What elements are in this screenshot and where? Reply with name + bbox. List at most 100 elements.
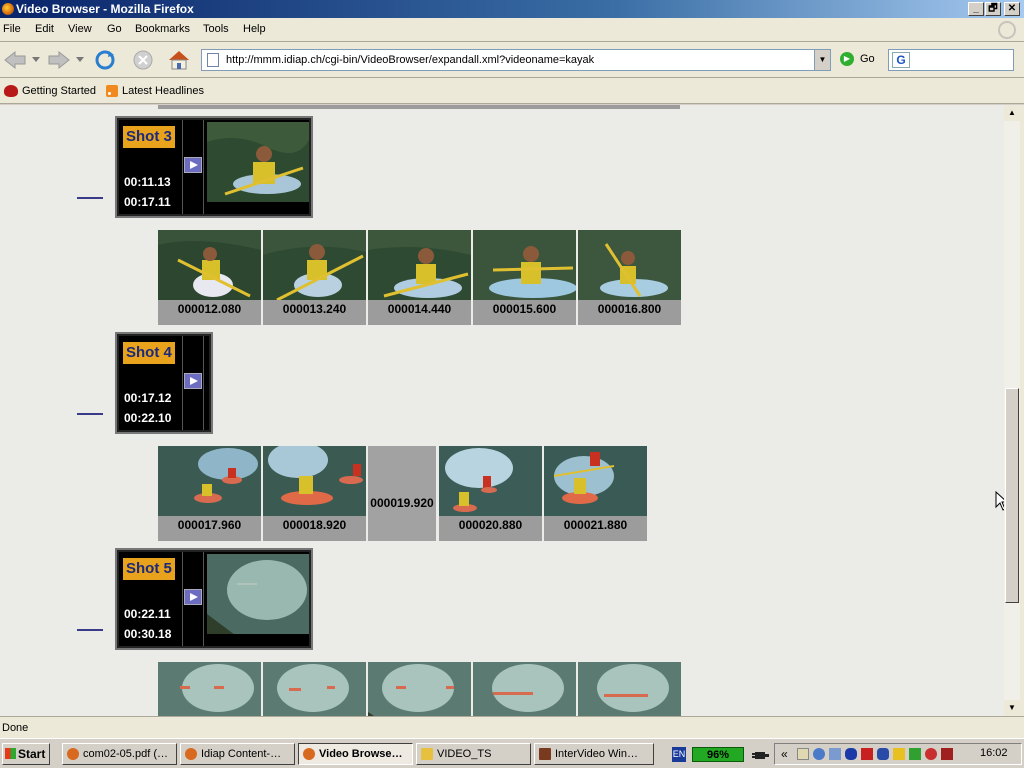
- shot-thumbnail[interactable]: [207, 554, 309, 644]
- menu-view[interactable]: View: [68, 23, 92, 35]
- menu-tools[interactable]: Tools: [203, 23, 229, 35]
- frame-thumb[interactable]: 000020.880: [439, 446, 542, 541]
- restore-button[interactable]: 🗗: [985, 2, 1001, 16]
- home-button[interactable]: [166, 48, 192, 72]
- reload-button[interactable]: [92, 48, 118, 72]
- vertical-scrollbar[interactable]: ▲ ▼: [1004, 105, 1020, 716]
- language-indicator[interactable]: EN: [672, 747, 686, 762]
- frame-thumb[interactable]: [578, 662, 681, 716]
- network-tray-icon[interactable]: [813, 748, 825, 760]
- frame-thumb[interactable]: 000017.960: [158, 446, 261, 541]
- antivirus-tray-icon[interactable]: [925, 748, 937, 760]
- url-history-dropdown[interactable]: ▼: [814, 50, 830, 70]
- tree-connector: [77, 197, 103, 199]
- url-bar[interactable]: http://mmm.idiap.ch/cgi-bin/VideoBrowser…: [201, 49, 831, 71]
- battery-indicator[interactable]: 96%: [692, 747, 744, 762]
- frame-timestamp: 000018.920: [282, 518, 347, 532]
- system-tray: « 16:02: [774, 743, 1022, 765]
- go-button[interactable]: ▶ Go: [840, 52, 875, 66]
- minimize-button[interactable]: _: [968, 2, 984, 16]
- frame-thumb[interactable]: [368, 662, 471, 716]
- security-tray-icon[interactable]: [861, 748, 873, 760]
- bluetooth-tray-icon[interactable]: [845, 748, 857, 760]
- shield-tray-icon[interactable]: [877, 748, 889, 760]
- throbber-icon: [998, 21, 1016, 39]
- frame-thumb[interactable]: 000013.240: [263, 230, 366, 325]
- frame-image: [158, 446, 261, 516]
- start-label: Start: [18, 747, 46, 761]
- menu-help[interactable]: Help: [243, 23, 266, 35]
- search-input[interactable]: G: [888, 49, 1014, 71]
- menu-go[interactable]: Go: [107, 23, 122, 35]
- scroll-up-arrow-icon[interactable]: ▲: [1004, 105, 1020, 121]
- frame-thumb[interactable]: [158, 662, 261, 716]
- home-icon: [169, 51, 189, 70]
- clock[interactable]: 16:02: [980, 747, 1008, 759]
- page-content: Shot 3 00:11.13 00:17.11 000012.080 0000…: [0, 105, 1004, 716]
- task-pdf[interactable]: com02-05.pdf (…: [62, 743, 177, 765]
- frame-image: [473, 662, 576, 716]
- close-button[interactable]: ✕: [1004, 2, 1020, 16]
- menu-edit[interactable]: Edit: [35, 23, 54, 35]
- frame-image: [158, 662, 261, 716]
- power-plug-icon[interactable]: [752, 747, 770, 763]
- forward-button[interactable]: [46, 48, 72, 72]
- windows-flag-tray-icon[interactable]: [909, 748, 921, 760]
- task-intervideo[interactable]: InterVideo Win…: [534, 743, 654, 765]
- window-edge: [1020, 105, 1024, 716]
- play-icon[interactable]: [184, 373, 202, 389]
- frame-thumb[interactable]: 000018.920: [263, 446, 366, 541]
- task-video-browser[interactable]: Video Browse…: [298, 743, 413, 765]
- frame-thumb[interactable]: [263, 662, 366, 716]
- task-label: VIDEO_TS: [437, 748, 492, 760]
- menu-bookmarks[interactable]: Bookmarks: [135, 23, 190, 35]
- go-arrow-icon: ▶: [840, 52, 854, 66]
- status-text: Done: [2, 722, 29, 734]
- firefox-icon: [67, 748, 79, 760]
- show-hidden-icons-button[interactable]: «: [781, 747, 788, 761]
- shot-label: Shot 4: [123, 342, 175, 364]
- frame-thumb[interactable]: 000021.880: [544, 446, 647, 541]
- forward-dropdown[interactable]: [74, 48, 86, 72]
- frame-thumb[interactable]: 000016.800: [578, 230, 681, 325]
- stop-button[interactable]: [130, 48, 156, 72]
- frame-image: [263, 230, 366, 300]
- play-icon[interactable]: [184, 589, 202, 605]
- frame-image: [473, 230, 576, 300]
- frame-thumb[interactable]: 000012.080: [158, 230, 261, 325]
- scroll-down-arrow-icon[interactable]: ▼: [1004, 700, 1020, 716]
- status-bar: Done: [0, 716, 1024, 738]
- display-tray-icon[interactable]: [829, 748, 841, 760]
- task-video-ts[interactable]: VIDEO_TS: [416, 743, 531, 765]
- frame-image: [439, 446, 542, 516]
- firefox-bookmark-icon: [4, 85, 18, 97]
- back-dropdown[interactable]: [30, 48, 42, 72]
- start-button[interactable]: Start: [2, 743, 50, 765]
- frame-thumb[interactable]: 000014.440: [368, 230, 471, 325]
- frame-placeholder[interactable]: 000019.920: [368, 446, 436, 541]
- document-tray-icon[interactable]: [797, 748, 809, 760]
- bookmark-getting-started[interactable]: Getting Started: [4, 85, 96, 97]
- mouse-cursor-icon: [995, 491, 1004, 511]
- back-arrow-icon: [4, 50, 26, 70]
- frame-image: [578, 662, 681, 716]
- window-titlebar: Video Browser - Mozilla Firefox _ 🗗 ✕: [0, 0, 1024, 18]
- warning-tray-icon[interactable]: [893, 748, 905, 760]
- scroll-thumb[interactable]: [1005, 388, 1019, 603]
- frame-thumb[interactable]: [473, 662, 576, 716]
- bookmark-latest-headlines[interactable]: Latest Headlines: [106, 85, 204, 97]
- reload-icon: [95, 50, 115, 70]
- play-icon[interactable]: [184, 157, 202, 173]
- frame-image: [263, 446, 366, 516]
- tree-connector: [77, 629, 103, 631]
- back-button[interactable]: [2, 48, 28, 72]
- shot-thumbnail[interactable]: [207, 122, 309, 212]
- frame-thumb[interactable]: 000015.600: [473, 230, 576, 325]
- shot-header[interactable]: Shot 5 00:22.11 00:30.18: [115, 548, 313, 650]
- shot-header[interactable]: Shot 3 00:11.13 00:17.11: [115, 116, 313, 218]
- menu-file[interactable]: File: [3, 23, 21, 35]
- frame-image: [368, 662, 471, 716]
- task-idiap-content[interactable]: Idiap Content-…: [180, 743, 295, 765]
- user-tray-icon[interactable]: [941, 748, 953, 760]
- shot-header[interactable]: Shot 4 00:17.12 00:22.10: [115, 332, 213, 434]
